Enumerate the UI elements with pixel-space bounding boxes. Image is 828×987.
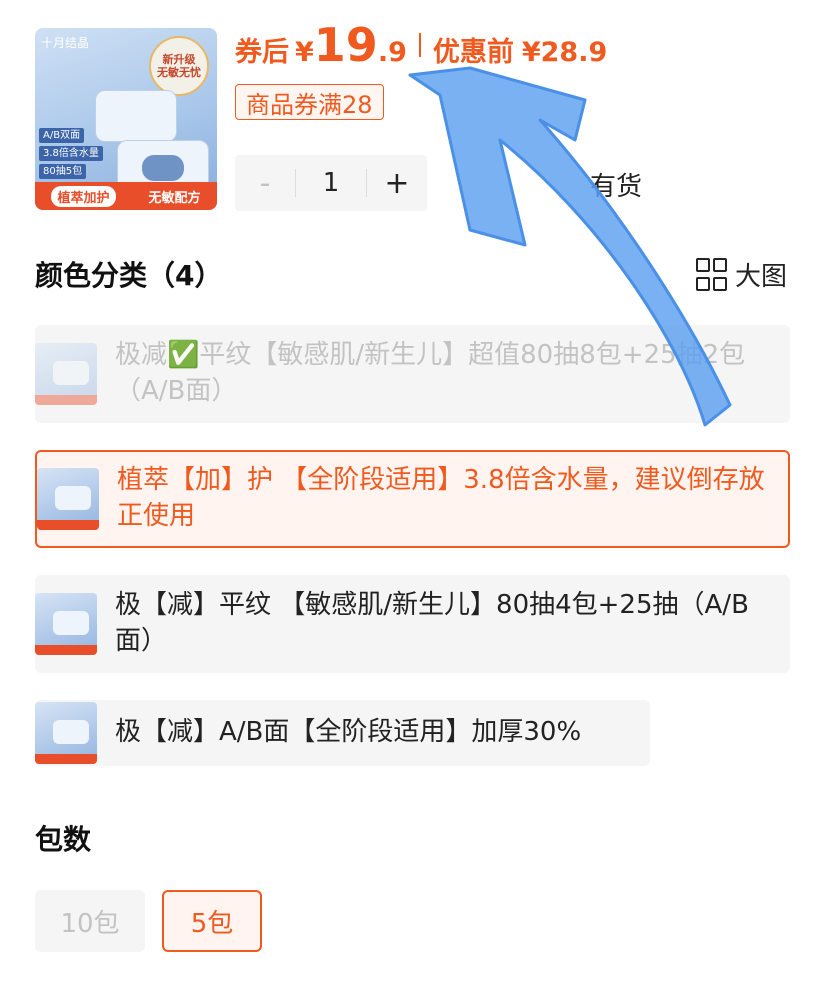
price-divider: [418, 33, 421, 57]
package-section-title: 包数: [35, 823, 92, 856]
coupon-text: 商品券满28: [246, 90, 373, 119]
color-option[interactable]: 极【减】A/B面【全阶段适用】加厚30%: [35, 700, 650, 766]
quantity-value[interactable]: 1: [296, 168, 366, 198]
color-option[interactable]: 极减✅平纹【敏感肌/新生儿】超值80抽8包+25抽2包（A/B面）: [35, 325, 790, 423]
wipes-pack-illustration: [95, 90, 177, 142]
price-row: 券后 ¥ 19 .9 优惠前 ¥28.9: [235, 18, 607, 72]
upgrade-seal: 新升级 无敏无忧: [149, 36, 209, 96]
banner-left-text: 植萃加护: [51, 185, 116, 207]
big-view-label: 大图: [735, 262, 788, 292]
coupon-badge[interactable]: 商品券满28: [235, 84, 384, 120]
product-image[interactable]: 十月结晶 新升级 无敏无忧 A/B双面 3.8倍含水量 80抽5包 植萃加护 无…: [35, 28, 217, 210]
increase-button[interactable]: +: [367, 155, 427, 211]
sku-selector-panel: 十月结晶 新升级 无敏无忧 A/B双面 3.8倍含水量 80抽5包 植萃加护 无…: [0, 0, 828, 987]
currency-symbol: ¥: [295, 37, 314, 68]
option-thumbnail: [35, 343, 97, 405]
big-view-toggle[interactable]: 大图: [696, 256, 787, 293]
feature-tag: 3.8倍含水量: [39, 146, 103, 161]
option-thumbnail: [35, 702, 97, 764]
stock-status: 有货: [590, 172, 643, 202]
after-coupon-price-int: 19: [313, 18, 378, 72]
grid-view-icon: [696, 258, 727, 291]
quantity-stepper: - 1 +: [235, 155, 427, 211]
before-discount-price: ¥28.9: [521, 37, 608, 68]
color-option[interactable]: 植萃【加】护 【全阶段适用】3.8倍含水量，建议倒存放正使用: [35, 450, 790, 548]
option-label: 极【减】A/B面【全阶段适用】加厚30%: [115, 717, 582, 747]
package-option[interactable]: 10包: [35, 890, 145, 952]
package-option[interactable]: 5包: [162, 890, 262, 952]
feature-tag: A/B双面: [39, 128, 85, 143]
banner-right-text: 无敏配方: [148, 190, 201, 206]
color-section-title: 颜色分类（4）: [35, 259, 223, 292]
decrease-button[interactable]: -: [235, 155, 295, 211]
color-option[interactable]: 极【减】平纹 【敏感肌/新生儿】80抽4包+25抽（A/B面）: [35, 575, 790, 673]
feature-tag: 80抽5包: [39, 164, 87, 179]
option-label: 植萃【加】护 【全阶段适用】3.8倍含水量，建议倒存放正使用: [117, 465, 765, 531]
option-label: 极减✅平纹【敏感肌/新生儿】超值80抽8包+25抽2包（A/B面）: [115, 340, 746, 406]
image-bottom-banner: 植萃加护 无敏配方: [35, 182, 217, 210]
seal-line-1: 新升级: [162, 52, 196, 66]
after-coupon-price-dec: .9: [377, 37, 407, 68]
brand-logo: 十月结晶: [41, 36, 90, 50]
before-discount-label: 优惠前: [432, 37, 514, 68]
option-thumbnail: [37, 468, 99, 530]
option-thumbnail: [35, 593, 97, 655]
option-label: 极【减】平纹 【敏感肌/新生儿】80抽4包+25抽（A/B面）: [115, 590, 749, 656]
seal-line-2: 无敏无忧: [157, 66, 201, 79]
after-coupon-label: 券后: [235, 37, 289, 68]
